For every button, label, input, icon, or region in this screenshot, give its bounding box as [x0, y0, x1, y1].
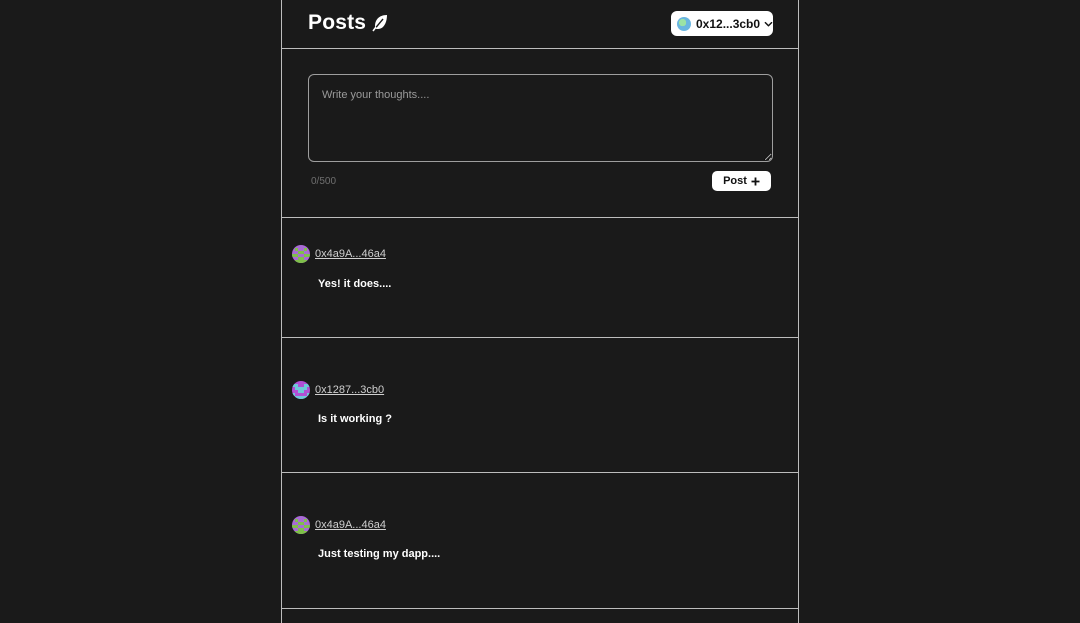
- wallet-button[interactable]: 0x12...3cb0: [671, 11, 773, 36]
- post-author: 0x1287...3cb0: [292, 381, 384, 399]
- chevron-down-icon: [764, 21, 773, 27]
- post-button[interactable]: Post: [712, 171, 771, 191]
- post-text: Just testing my dapp....: [318, 548, 441, 560]
- wallet-avatar-icon: [677, 16, 691, 31]
- post-author: 0x4a9A...46a4: [292, 245, 386, 263]
- post-button-label: Post: [723, 175, 747, 187]
- wallet-address: 0x12...3cb0: [696, 16, 761, 31]
- post-text: Yes! it does....: [318, 278, 392, 290]
- post-textarea[interactable]: [308, 74, 773, 162]
- page-title: Posts: [308, 11, 388, 35]
- page-title-text: Posts: [308, 11, 367, 34]
- plus-icon: [751, 177, 760, 185]
- feather-icon: [372, 15, 388, 32]
- post-composer: 0/500 Post: [282, 49, 798, 218]
- author-link[interactable]: 0x1287...3cb0: [315, 384, 384, 396]
- header: Posts 0x12...3cb0: [282, 0, 798, 49]
- post-card: 0x4a9A...46a4 Just testing my dapp....: [282, 473, 798, 609]
- post-card: 0x4a9A...46a4 Yes! it does....: [282, 218, 798, 338]
- author-avatar-icon: [292, 245, 310, 263]
- author-link[interactable]: 0x4a9A...46a4: [315, 248, 386, 260]
- char-counter: 0/500: [311, 176, 337, 187]
- post-author: 0x4a9A...46a4: [292, 516, 386, 534]
- author-avatar-icon: [292, 516, 310, 534]
- post-text: Is it working ?: [318, 413, 392, 425]
- post-card: 0x1287...3cb0 Is it working ?: [282, 338, 798, 473]
- feed-column: Posts 0x12...3cb0 0/500 Post: [281, 0, 799, 623]
- author-link[interactable]: 0x4a9A...46a4: [315, 519, 386, 531]
- author-avatar-icon: [292, 381, 310, 399]
